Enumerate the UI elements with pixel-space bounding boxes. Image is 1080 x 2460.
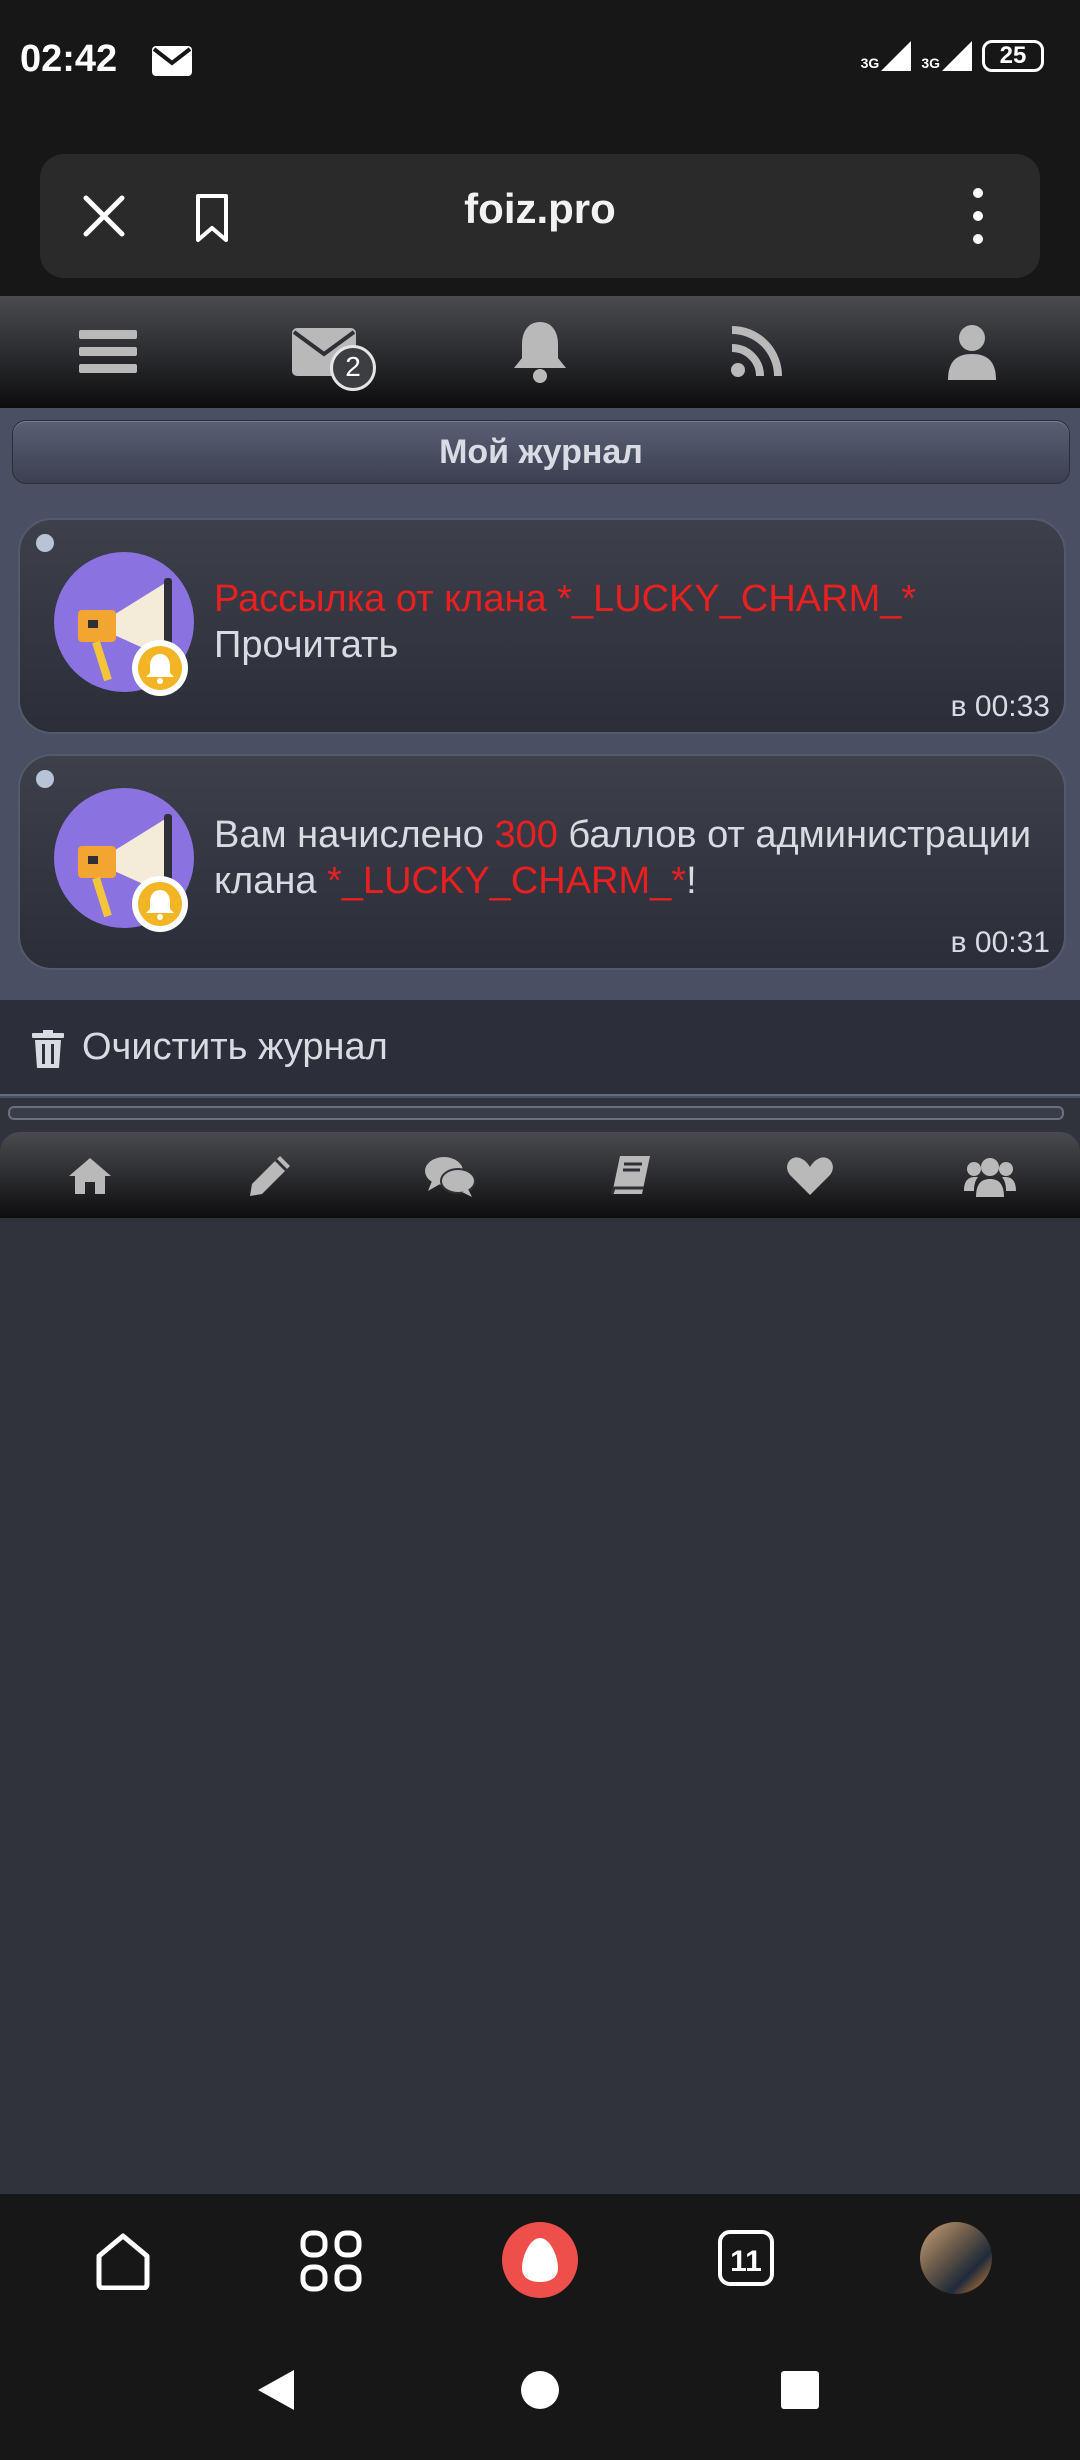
home-circle-icon[interactable] bbox=[520, 2370, 560, 2415]
clear-journal-link[interactable]: Очистить журнал bbox=[82, 1026, 388, 1069]
mail-notification-icon bbox=[152, 46, 192, 81]
site-top-nav bbox=[0, 296, 1080, 410]
home-icon[interactable] bbox=[60, 1148, 120, 1204]
points-value: 300 bbox=[494, 814, 558, 856]
clan-link[interactable]: *_LUCKY_CHARM_* bbox=[327, 860, 686, 902]
rss-icon[interactable] bbox=[716, 316, 796, 388]
horizontal-scrollbar[interactable] bbox=[8, 1106, 1064, 1120]
journal-panel bbox=[0, 408, 1080, 1098]
battery-indicator: 25 bbox=[982, 40, 1044, 72]
profile-avatar[interactable] bbox=[920, 2222, 992, 2294]
divider bbox=[0, 1094, 1080, 1096]
bookmark-icon[interactable] bbox=[186, 190, 238, 246]
apps-grid-icon[interactable] bbox=[296, 2226, 366, 2296]
entry-title[interactable]: Рассылка от клана *_LUCKY_CHARM_* bbox=[214, 578, 916, 620]
entry-text: Вам начислено 300 баллов от администраци… bbox=[214, 814, 1032, 902]
bell-icon[interactable] bbox=[500, 316, 580, 388]
recents-icon[interactable] bbox=[780, 2370, 820, 2415]
page-title: Мой журнал bbox=[12, 420, 1070, 484]
menu-icon[interactable] bbox=[68, 316, 148, 388]
journal-entry[interactable]: Вам начислено 300 баллов от администраци… bbox=[18, 754, 1066, 970]
entry-time: в 00:33 bbox=[950, 690, 1050, 723]
status-time: 02:42 bbox=[20, 38, 118, 80]
megaphone-bell-icon bbox=[52, 550, 202, 700]
alice-assistant-button[interactable] bbox=[502, 2222, 578, 2298]
entry-text: Рассылка от клана *_LUCKY_CHARM_* Прочит… bbox=[214, 576, 1044, 668]
home-icon[interactable] bbox=[88, 2226, 158, 2296]
signal-icon-2: 3G bbox=[921, 41, 972, 71]
status-indicators: 3G 3G 25 bbox=[861, 40, 1044, 72]
read-link[interactable]: Прочитать bbox=[214, 624, 398, 666]
entry-time: в 00:31 bbox=[950, 926, 1050, 959]
chat-icon[interactable] bbox=[420, 1148, 480, 1204]
pencil-icon[interactable] bbox=[240, 1148, 300, 1204]
site-bottom-nav bbox=[0, 1132, 1080, 1218]
url-text[interactable]: foiz.pro bbox=[340, 185, 740, 233]
back-icon[interactable] bbox=[256, 2368, 296, 2417]
tabs-count-button[interactable]: 11 bbox=[718, 2230, 774, 2286]
more-menu-icon[interactable] bbox=[966, 188, 990, 244]
mail-count-badge: 2 bbox=[330, 345, 376, 391]
close-icon[interactable] bbox=[76, 188, 132, 244]
heart-icon[interactable] bbox=[780, 1148, 840, 1204]
group-icon[interactable] bbox=[960, 1148, 1020, 1204]
book-icon[interactable] bbox=[600, 1148, 660, 1204]
trash-icon[interactable] bbox=[32, 1030, 64, 1073]
megaphone-bell-icon bbox=[52, 786, 202, 936]
signal-icon: 3G bbox=[861, 41, 912, 71]
user-icon[interactable] bbox=[932, 316, 1012, 388]
journal-entry[interactable]: Рассылка от клана *_LUCKY_CHARM_* Прочит… bbox=[18, 518, 1066, 734]
